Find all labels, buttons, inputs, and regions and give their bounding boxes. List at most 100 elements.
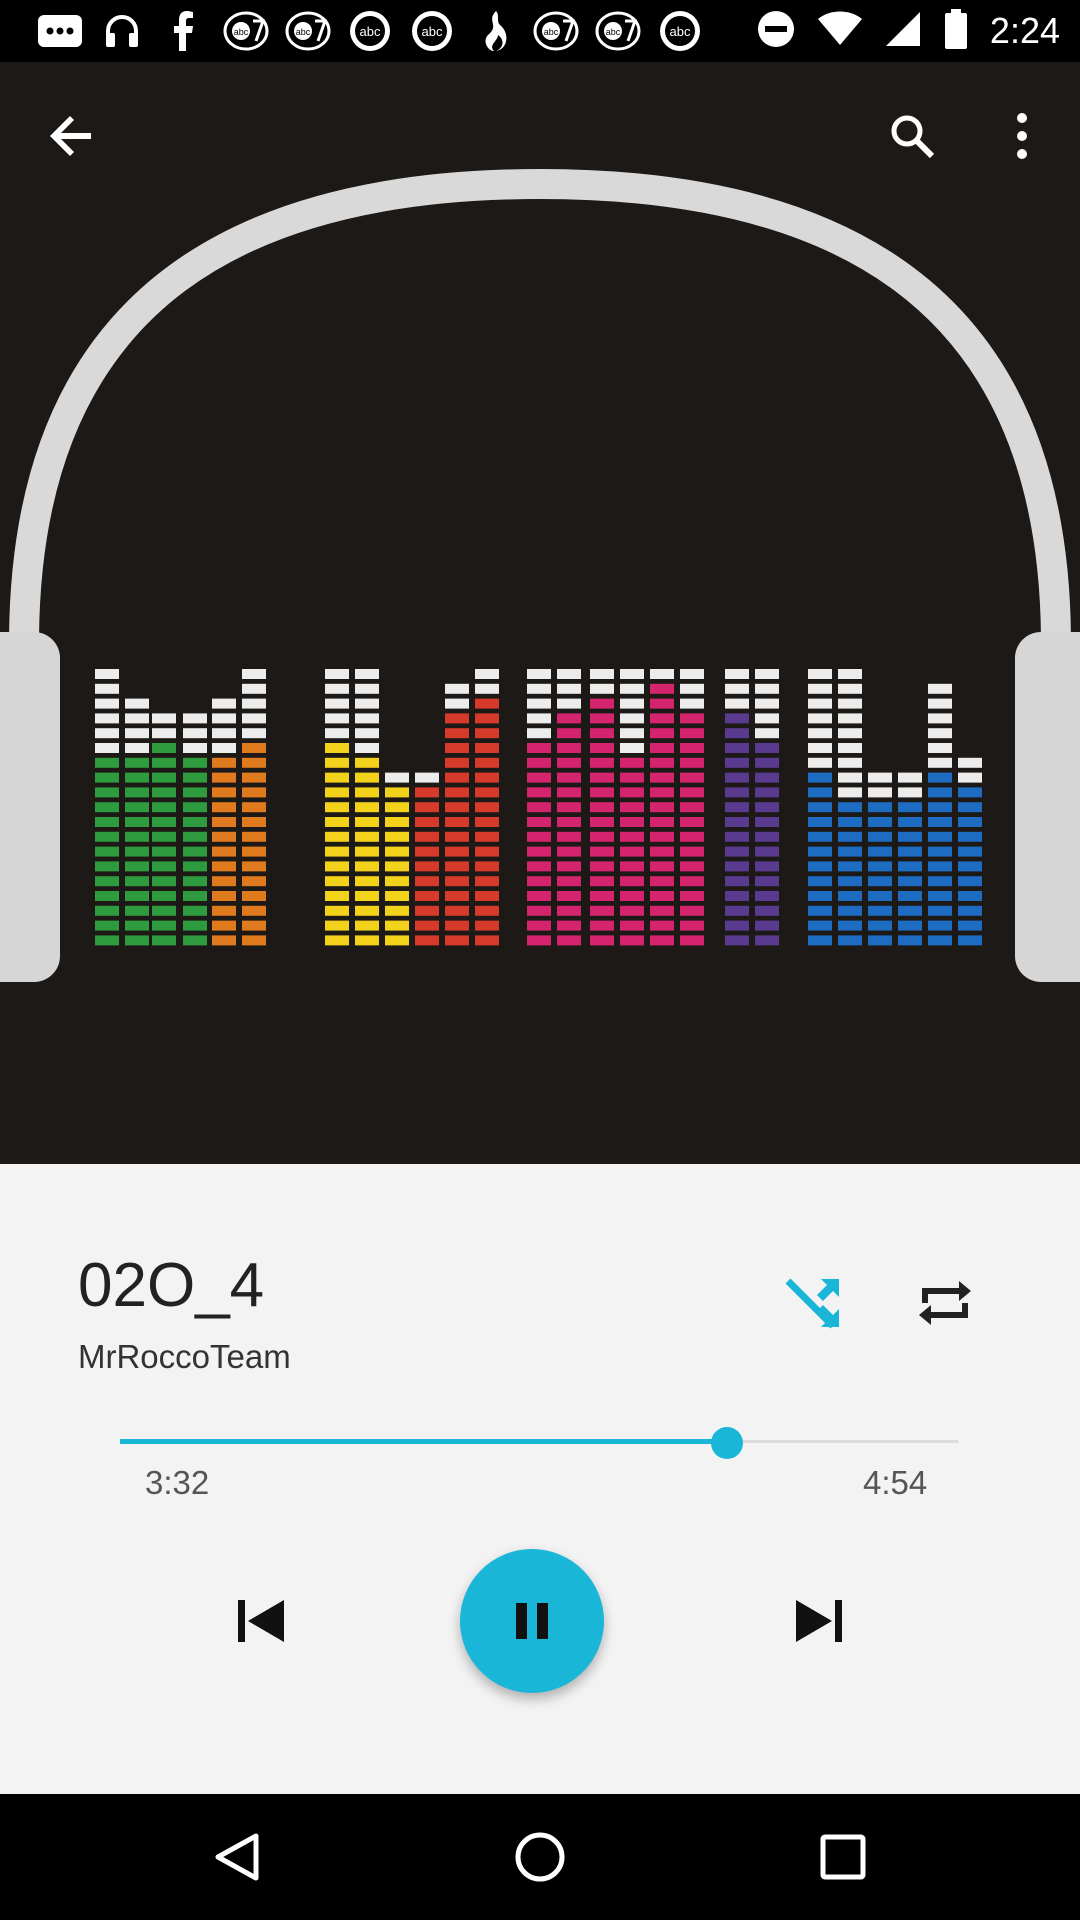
equalizer-block	[680, 683, 704, 694]
equalizer-block	[527, 905, 551, 916]
back-triangle-icon	[215, 1833, 259, 1881]
equalizer-block	[838, 698, 862, 709]
elapsed-time: 3:32	[145, 1464, 210, 1501]
equalizer-block	[152, 846, 176, 857]
equalizer-block	[212, 876, 236, 887]
more-options-button[interactable]	[982, 96, 1062, 176]
equalizer-block	[355, 728, 379, 739]
equalizer-block	[355, 787, 379, 798]
back-button[interactable]	[32, 96, 112, 176]
equalizer-block	[755, 728, 779, 739]
equalizer-block	[527, 669, 551, 679]
shuffle-button[interactable]	[768, 1258, 858, 1348]
equalizer-block	[152, 891, 176, 901]
equalizer-block	[958, 817, 982, 827]
equalizer-block	[355, 861, 379, 872]
equalizer-block	[680, 905, 704, 916]
equalizer-block	[212, 905, 236, 916]
equalizer-block	[152, 713, 176, 724]
nav-back-button[interactable]	[197, 1817, 277, 1897]
equalizer-block	[725, 698, 749, 709]
status-time: 2:24	[989, 10, 1060, 51]
equalizer-block	[680, 817, 704, 827]
equalizer-block	[650, 920, 674, 931]
equalizer-block	[415, 817, 439, 827]
equalizer-block	[183, 905, 207, 916]
flame-icon	[468, 9, 520, 53]
equalizer-block	[650, 891, 674, 901]
equalizer-block	[152, 743, 176, 753]
equalizer-block	[95, 728, 119, 739]
next-button[interactable]	[774, 1576, 864, 1666]
equalizer-block	[557, 772, 581, 783]
equalizer-block	[590, 698, 614, 709]
equalizer-block	[725, 905, 749, 916]
equalizer-block	[527, 713, 551, 724]
equalizer-block	[152, 905, 176, 916]
seek-bar[interactable]	[120, 1427, 958, 1459]
equalizer-block	[958, 802, 982, 813]
equalizer-block	[557, 817, 581, 827]
equalizer-block	[125, 876, 149, 887]
shuffle-icon	[785, 1278, 839, 1329]
status-bar: abc abc abc abc abc abc abc 2:24	[0, 0, 1080, 62]
equalizer-block	[650, 713, 674, 724]
equalizer-block	[355, 683, 379, 694]
equalizer-block	[183, 787, 207, 798]
equalizer-block	[928, 891, 952, 901]
equalizer-block	[95, 669, 119, 679]
equalizer-block	[557, 831, 581, 842]
nav-home-button[interactable]	[500, 1817, 580, 1897]
home-circle-icon	[515, 1832, 565, 1882]
previous-button[interactable]	[216, 1576, 306, 1666]
equalizer-block	[212, 772, 236, 783]
equalizer-block	[928, 728, 952, 739]
repeat-button[interactable]	[900, 1258, 990, 1348]
equalizer-block	[212, 787, 236, 798]
equalizer-block	[355, 772, 379, 783]
equalizer-block	[242, 846, 266, 857]
equalizer-block	[125, 846, 149, 857]
equalizer-block	[928, 683, 952, 694]
equalizer-block	[620, 846, 644, 857]
equalizer-block	[928, 861, 952, 872]
equalizer-block	[475, 861, 499, 872]
equalizer-block	[620, 891, 644, 901]
equalizer-block	[125, 905, 149, 916]
equalizer-block	[445, 831, 469, 842]
equalizer-block	[680, 757, 704, 768]
equalizer-block	[152, 831, 176, 842]
equalizer-block	[808, 743, 832, 753]
equalizer-block	[755, 861, 779, 872]
equalizer-block	[183, 772, 207, 783]
equalizer-block	[868, 861, 892, 872]
equalizer-block	[212, 920, 236, 931]
equalizer-block	[183, 891, 207, 901]
search-button[interactable]	[872, 96, 952, 176]
equalizer-block	[152, 817, 176, 827]
repeat-icon	[919, 1281, 971, 1325]
equalizer-block	[242, 802, 266, 813]
equalizer-block	[183, 935, 207, 946]
equalizer-block	[527, 743, 551, 753]
equalizer-block	[725, 728, 749, 739]
seek-thumb[interactable]	[710, 1427, 743, 1459]
equalizer-block	[475, 728, 499, 739]
equalizer-block	[590, 876, 614, 887]
equalizer-block	[958, 772, 982, 783]
equalizer-block	[125, 891, 149, 901]
pause-button[interactable]	[460, 1549, 604, 1693]
equalizer-block	[242, 905, 266, 916]
equalizer-block	[725, 757, 749, 768]
search-icon	[891, 115, 935, 159]
equalizer-block	[650, 757, 674, 768]
equalizer-block	[898, 846, 922, 857]
equalizer-block	[415, 802, 439, 813]
equalizer-block	[445, 743, 469, 753]
equalizer-block	[650, 817, 674, 827]
equalizer-block	[125, 935, 149, 946]
nav-recents-button[interactable]	[803, 1817, 883, 1897]
equalizer-block	[242, 743, 266, 753]
equalizer-block	[868, 920, 892, 931]
equalizer-block	[590, 802, 614, 813]
